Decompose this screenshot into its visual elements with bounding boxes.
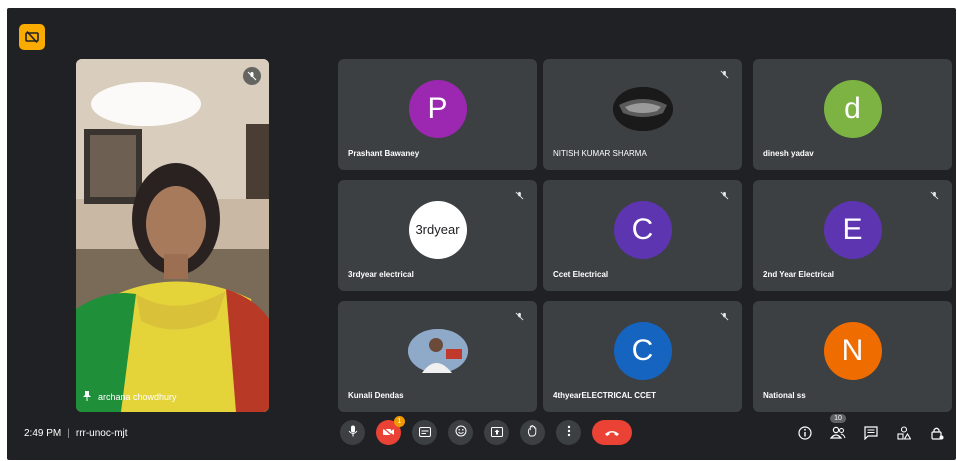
call-controls: 1	[340, 416, 632, 445]
participant-tile[interactable]: C Ccet Electrical	[543, 180, 742, 291]
avatar: 3rdyear	[408, 200, 467, 259]
end-call-button[interactable]	[592, 420, 632, 445]
people-icon[interactable]: 10	[829, 414, 847, 442]
mic-off-icon	[243, 67, 261, 85]
avatar: d	[823, 79, 882, 138]
more-vert-icon	[567, 424, 571, 442]
participant-name: Ccet Electrical	[553, 270, 609, 279]
emoji-icon	[455, 424, 467, 442]
avatar: P	[408, 79, 467, 138]
participant-name: Prashant Bawaney	[348, 149, 420, 158]
present-icon	[490, 424, 503, 442]
more-options-button[interactable]	[556, 420, 581, 445]
participant-tile[interactable]: N National ss	[753, 301, 952, 412]
avatar: E	[823, 200, 882, 259]
avatar: C	[613, 200, 672, 259]
participant-name: National ss	[763, 391, 806, 400]
avatar	[407, 328, 468, 373]
emoji-button[interactable]	[448, 420, 473, 445]
people-count-badge: 10	[830, 414, 846, 423]
meet-window: archana chowdhury P Prashant Bawaney NIT…	[7, 8, 956, 460]
side-panel-controls: 10	[796, 414, 946, 442]
avatar	[612, 86, 673, 131]
info-icon[interactable]	[796, 424, 814, 442]
meeting-code[interactable]: rrr-unoc-mjt	[76, 428, 128, 439]
raise-hand-icon	[527, 424, 538, 442]
participant-name: 2nd Year Electrical	[763, 270, 835, 279]
participant-name: NITISH KUMAR SHARMA	[553, 149, 647, 158]
mic-icon	[348, 424, 358, 442]
meeting-info: 2:49 PM | rrr-unoc-mjt	[24, 428, 128, 439]
participant-tile[interactable]: 3rdyear 3rdyear electrical	[338, 180, 537, 291]
chat-icon[interactable]	[862, 424, 880, 442]
participant-tile[interactable]: C 4thyearELECTRICAL CCET	[543, 301, 742, 412]
avatar: C	[613, 321, 672, 380]
mic-button[interactable]	[340, 420, 365, 445]
mic-off-icon	[718, 68, 730, 80]
participant-tile[interactable]: NITISH KUMAR SHARMA	[543, 59, 742, 170]
end-call-icon	[604, 424, 620, 442]
mic-off-icon	[928, 189, 940, 201]
activities-icon[interactable]	[895, 424, 913, 442]
presenter-tile[interactable]: archana chowdhury	[76, 59, 269, 412]
avatar: N	[823, 321, 882, 380]
mic-off-icon	[718, 310, 730, 322]
mic-off-icon	[513, 189, 525, 201]
captions-icon	[418, 424, 431, 442]
presenter-name: archana chowdhury	[98, 392, 177, 402]
host-controls-icon[interactable]	[928, 424, 946, 442]
meeting-info-separator: |	[67, 428, 70, 439]
camera-button[interactable]: 1	[376, 416, 405, 445]
presenter-name-label: archana chowdhury	[82, 390, 177, 404]
participant-name: Kunali Dendas	[348, 391, 404, 400]
bottom-toolbar: 2:49 PM | rrr-unoc-mjt 1 10	[7, 410, 956, 460]
video-off-icon	[382, 424, 395, 442]
participant-name: 3rdyear electrical	[348, 270, 414, 279]
participant-tile[interactable]: E 2nd Year Electrical	[753, 180, 952, 291]
present-off-icon[interactable]	[19, 24, 45, 50]
participant-tile[interactable]: P Prashant Bawaney	[338, 59, 537, 170]
pin-icon[interactable]	[82, 390, 92, 404]
participant-name: 4thyearELECTRICAL CCET	[553, 391, 656, 400]
mic-off-icon	[718, 189, 730, 201]
participant-tile[interactable]: d dinesh yadav	[753, 59, 952, 170]
participant-tile[interactable]: Kunali Dendas	[338, 301, 537, 412]
participant-name: dinesh yadav	[763, 149, 814, 158]
meeting-time: 2:49 PM	[24, 428, 62, 439]
presenter-video	[76, 59, 269, 412]
notification-badge: 1	[394, 416, 405, 427]
mic-off-icon	[513, 310, 525, 322]
captions-button[interactable]	[412, 420, 437, 445]
present-button[interactable]	[484, 420, 509, 445]
raise-hand-button[interactable]	[520, 420, 545, 445]
